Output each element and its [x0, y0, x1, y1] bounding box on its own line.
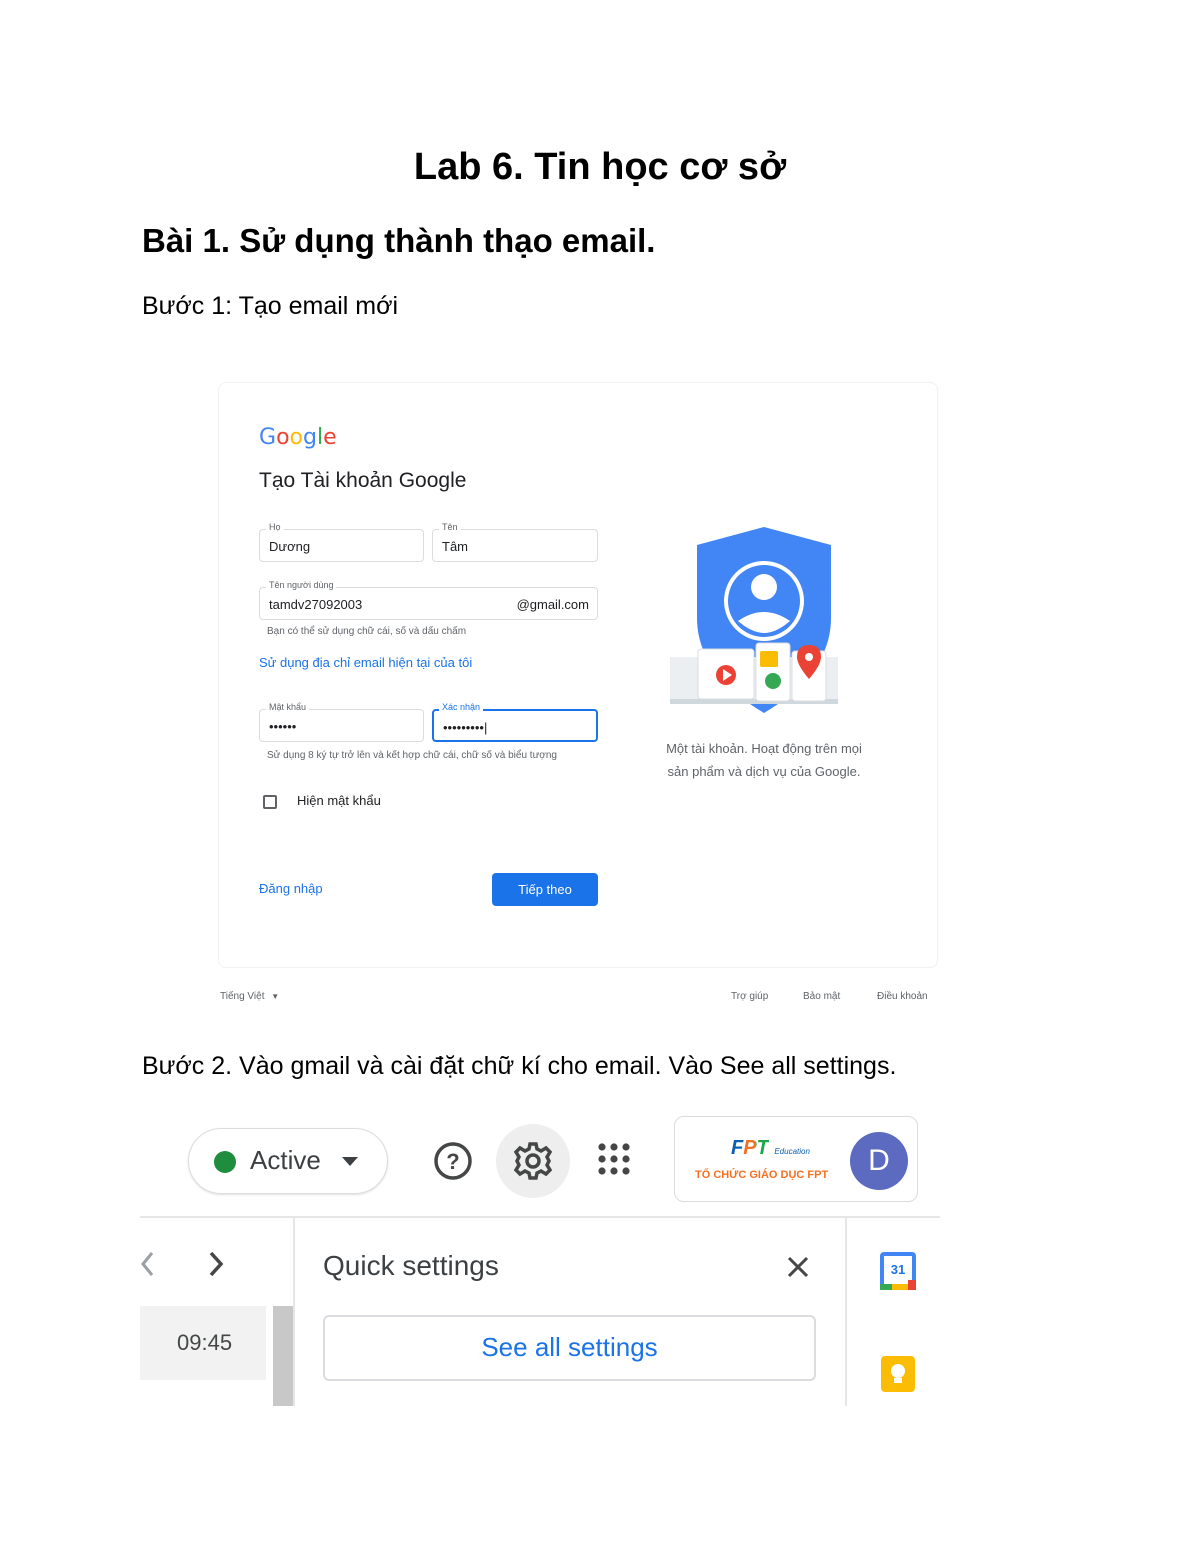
caret-down-icon — [342, 1157, 358, 1166]
org-logo-sub: Education — [774, 1147, 810, 1156]
org-logo: FPT Education — [731, 1137, 810, 1160]
footer-terms-link[interactable]: Điều khoản — [877, 991, 928, 1002]
see-all-settings-button[interactable]: See all settings — [323, 1315, 816, 1381]
illustration-caption: Một tài khoản. Hoạt động trên mọi sản ph… — [619, 737, 909, 783]
signin-link[interactable]: Đăng nhập — [259, 881, 323, 896]
step-1-text: Bước 1: Tạo email mới — [142, 292, 399, 320]
panel-right-divider — [845, 1218, 847, 1406]
username-value: tamdv27092003 — [269, 597, 363, 612]
caption-line-1: Một tài khoản. Hoạt động trên mọi — [666, 741, 862, 756]
first-name-value: Tâm — [442, 539, 468, 554]
username-field[interactable]: Tên người dùng tamdv27092003 @gmail.com — [259, 580, 598, 620]
password-hint: Sử dụng 8 ký tự trở lên và kết hợp chữ c… — [267, 750, 557, 761]
first-name-field[interactable]: Tên Tâm — [432, 522, 598, 562]
username-hint: Bạn có thể sử dụng chữ cái, số và dấu ch… — [267, 626, 467, 637]
panel-left-divider — [293, 1218, 295, 1406]
avatar[interactable]: D — [850, 1132, 908, 1190]
last-name-field[interactable]: Họ Dương — [259, 522, 424, 562]
footer-privacy-link[interactable]: Bảo mật — [803, 991, 840, 1002]
account-shield-illustration — [670, 527, 838, 713]
email-row[interactable]: 09:45 — [140, 1306, 266, 1380]
confirm-password-value: •••••••••| — [443, 720, 488, 735]
help-icon[interactable]: ? — [432, 1140, 474, 1182]
confirm-password-label: Xác nhận — [439, 702, 484, 712]
account-switcher[interactable]: FPT Education TỔ CHỨC GIÁO DỤC FPT D — [674, 1116, 918, 1202]
username-label: Tên người dùng — [266, 580, 337, 590]
apps-grid-icon[interactable] — [596, 1141, 632, 1177]
step-2-text: Bước 2. Vào gmail và cài đặt chữ kí cho … — [142, 1052, 897, 1080]
show-password-checkbox[interactable] — [263, 795, 277, 809]
calendar-icon[interactable]: 31 — [880, 1252, 916, 1290]
google-logo: Google — [259, 425, 337, 450]
email-time: 09:45 — [177, 1330, 233, 1355]
dropdown-arrow-icon: ▼ — [271, 992, 280, 1001]
google-signup-screenshot: Google Tạo Tài khoản Google Họ Dương Tên… — [218, 382, 938, 968]
scrollbar[interactable] — [273, 1306, 293, 1406]
org-name: TỔ CHỨC GIÁO DỤC FPT — [695, 1169, 829, 1181]
last-name-label: Họ — [266, 522, 284, 532]
gmail-screenshot: Active ? FPT Education TỔ CHỨC GIÁO DỤC … — [140, 1112, 940, 1406]
show-password-label: Hiện mật khẩu — [297, 793, 381, 808]
org-logo-text: FPT — [731, 1137, 769, 1159]
language-label: Tiếng Việt — [220, 991, 265, 1002]
confirm-password-field[interactable]: Xác nhận •••••••••| — [432, 702, 598, 742]
toolbar-divider — [140, 1216, 940, 1218]
password-label: Mật khẩu — [266, 702, 310, 712]
footer-help-link[interactable]: Trợ giúp — [731, 991, 768, 1002]
status-label: Active — [250, 1145, 321, 1175]
status-dropdown[interactable]: Active — [188, 1128, 388, 1194]
language-selector[interactable]: Tiếng Việt ▼ — [220, 991, 279, 1002]
signup-heading: Tạo Tài khoản Google — [259, 469, 467, 492]
gmail-suffix: @gmail.com — [516, 597, 589, 612]
password-value: •••••• — [269, 719, 297, 734]
calendar-day: 31 — [890, 1262, 906, 1277]
last-name-value: Dương — [269, 539, 311, 554]
status-dot-icon — [214, 1151, 236, 1173]
next-button[interactable]: Tiếp theo — [492, 873, 598, 906]
chevron-left-icon[interactable] — [140, 1250, 154, 1278]
caption-line-2: sản phẩm và dịch vụ của Google. — [667, 764, 861, 779]
use-existing-email-link[interactable]: Sử dụng địa chỉ email hiện tại của tôi — [259, 655, 472, 670]
password-field[interactable]: Mật khẩu •••••• — [259, 702, 424, 742]
document-title: Lab 6. Tin học cơ sở — [413, 146, 787, 188]
close-icon[interactable] — [786, 1255, 810, 1279]
exercise-heading: Bài 1. Sử dụng thành thạo email. — [142, 222, 656, 259]
gear-icon — [513, 1142, 553, 1180]
settings-gear-button[interactable] — [496, 1124, 570, 1198]
svg-text:?: ? — [446, 1149, 459, 1174]
keep-icon[interactable] — [881, 1356, 915, 1392]
chevron-right-icon[interactable] — [206, 1250, 226, 1278]
quick-settings-title: Quick settings — [323, 1250, 499, 1281]
first-name-label: Tên — [439, 522, 461, 532]
